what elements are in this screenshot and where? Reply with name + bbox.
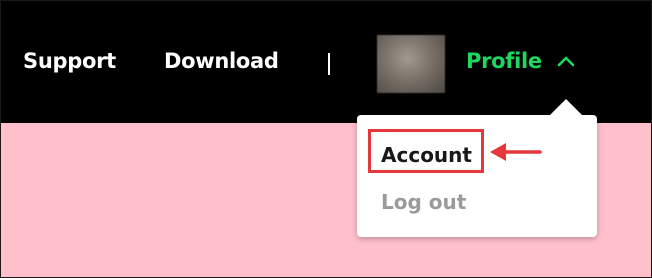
arrow-left-icon (490, 143, 542, 161)
profile-label: Profile (466, 49, 542, 73)
menu-item-account[interactable]: Account (381, 143, 472, 167)
menu-item-logout[interactable]: Log out (381, 190, 466, 214)
avatar[interactable] (377, 35, 445, 93)
profile-menu-button[interactable]: Profile (466, 49, 576, 73)
dropdown-caret (550, 99, 582, 115)
page-frame: Support Download Profile Account Log out (0, 0, 652, 278)
nav-download-link[interactable]: Download (164, 49, 279, 73)
nav-support-link[interactable]: Support (23, 49, 116, 73)
nav-divider (328, 53, 330, 75)
chevron-up-icon (557, 56, 575, 67)
profile-dropdown-menu: Account Log out (357, 99, 597, 237)
